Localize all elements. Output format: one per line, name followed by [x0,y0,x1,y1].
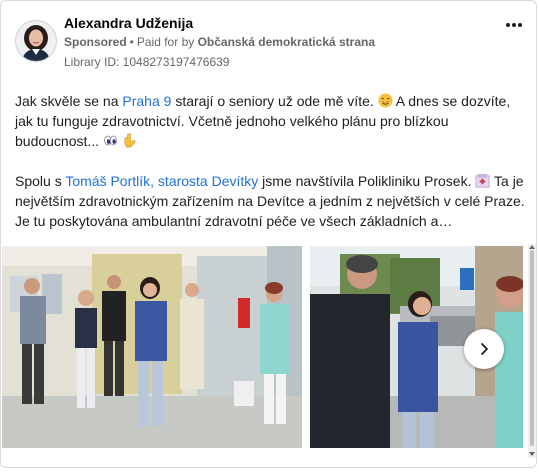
paragraph2-text2: jsme navštívila Polikliniku Prosek. [258,173,476,189]
pointing-down-icon [124,133,136,148]
author-name[interactable]: Alexandra Udženija [64,15,193,31]
next-photo-button[interactable] [464,329,504,369]
paid-for-label: Paid for by [136,35,195,49]
more-horizontal-icon [506,23,522,27]
more-options-button[interactable] [504,17,524,33]
avatar[interactable] [15,20,57,62]
scrollbar-thumb[interactable] [530,250,534,446]
smiling-face-icon [378,93,393,108]
group-photo-clinic-hallway[interactable] [2,246,302,448]
meta-separator: • [129,35,134,49]
vertical-scrollbar[interactable] [528,244,536,458]
sponsored-label: Sponsored [64,35,127,49]
post-paragraph-1: Jak skvěle se na Praha 9 starají o senio… [15,91,527,151]
photo-carousel [1,246,536,448]
paragraph1-text2: starají o seniory už ode mě víte. [171,93,378,109]
library-id: Library ID: 1048273197476639 [64,55,230,69]
paragraph1-text1: Jak skvěle se na [15,93,123,109]
post-paragraph-2: Spolu s Tomáš Portlík, starosta Devítky … [15,171,527,231]
scroll-down-arrow-icon[interactable] [529,452,535,456]
paragraph2-text1: Spolu s [15,173,66,189]
sponsor-organization[interactable]: Občanská demokratická strana [198,35,375,49]
chevron-right-icon [481,343,488,355]
scroll-up-arrow-icon[interactable] [529,245,535,249]
post-body: Jak skvěle se na Praha 9 starají o senio… [15,91,527,231]
avatar-image [16,21,56,61]
group-photo-image [2,246,302,448]
hospital-icon [476,173,490,188]
sponsor-line: Sponsored • Paid for by Občanská demokrati… [64,35,375,49]
sponsored-post-card: Alexandra Udženija Sponsored • Paid for by… [0,0,537,468]
post-header: Alexandra Udženija Sponsored • Paid for by… [13,13,524,71]
link-tomas-portlik[interactable]: Tomáš Portlík, starosta Devítky [65,173,258,189]
link-praha-9[interactable]: Praha 9 [122,93,171,109]
eyes-icon [104,135,117,146]
